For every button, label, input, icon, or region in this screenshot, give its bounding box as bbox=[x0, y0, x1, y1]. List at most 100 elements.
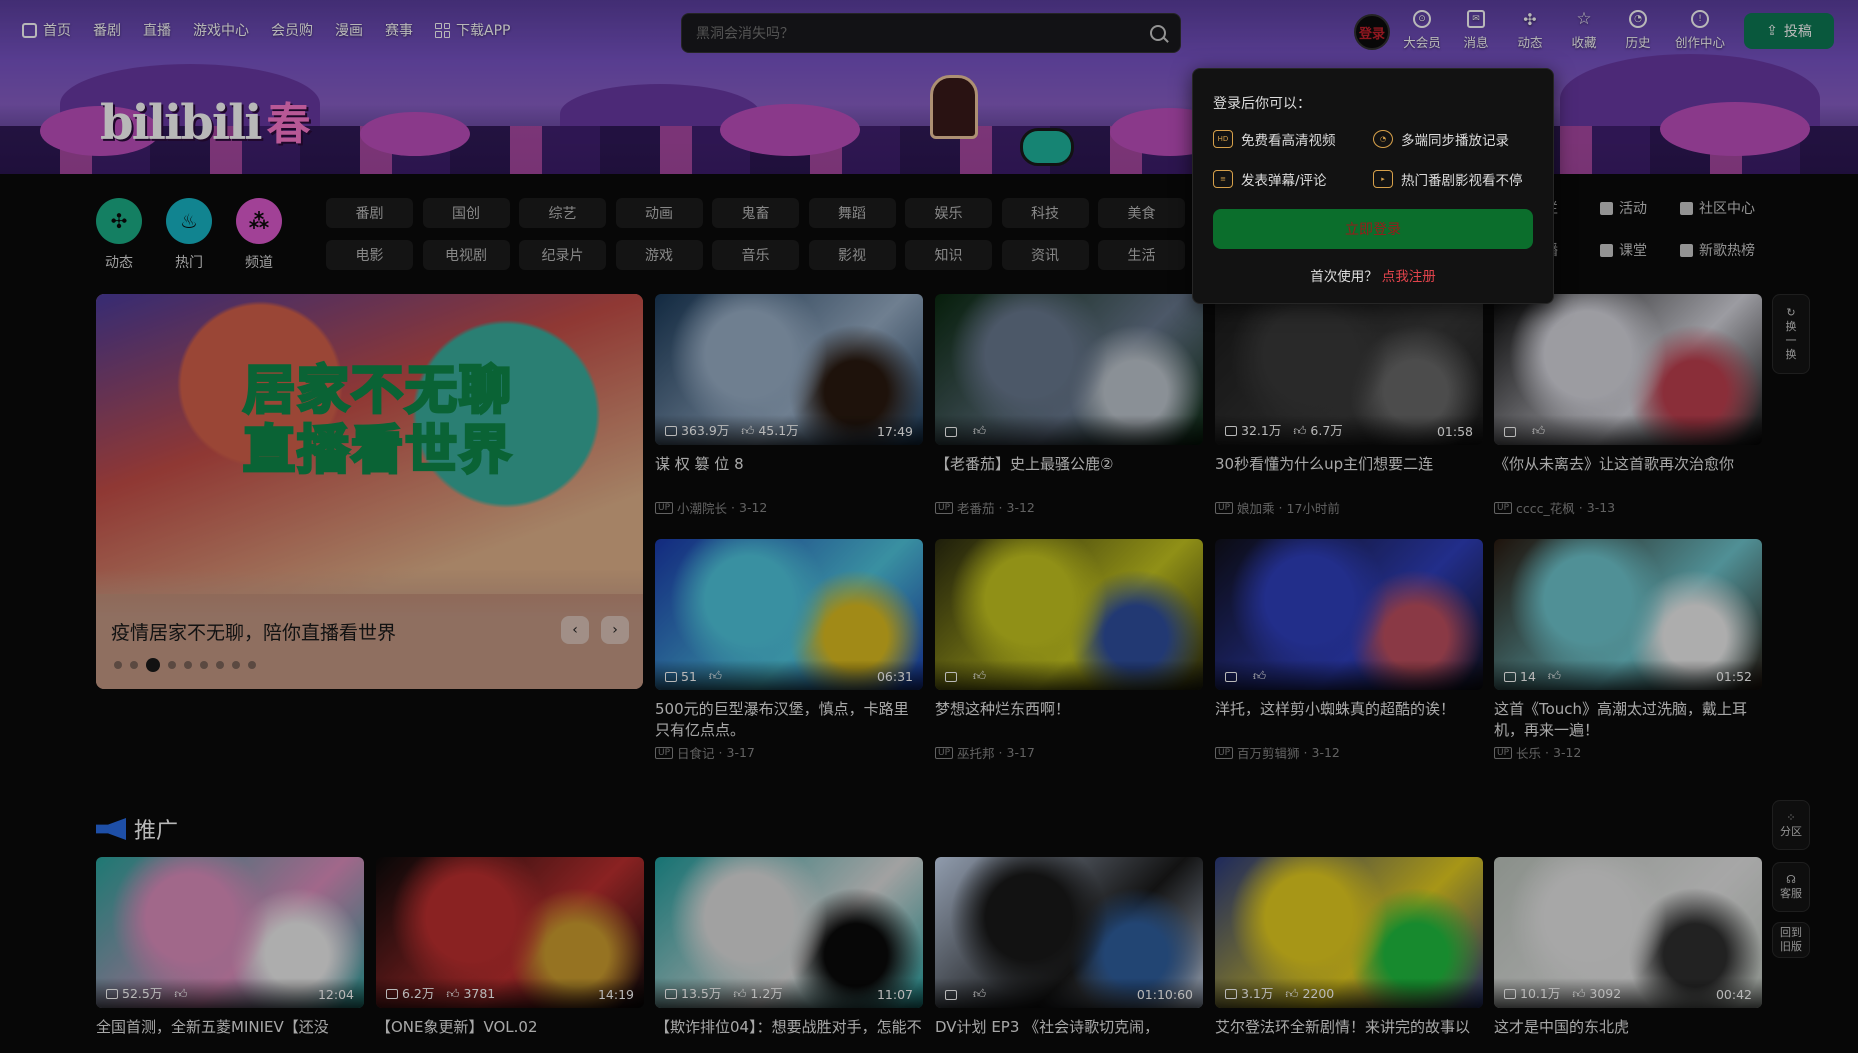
video-author[interactable]: 日食记 bbox=[677, 743, 715, 762]
video-thumbnail[interactable]: 52.5万 👍︎ 12:04 bbox=[96, 857, 364, 1008]
chip-category[interactable]: 生活 bbox=[1098, 240, 1185, 270]
link-classroom[interactable]: 课堂 bbox=[1600, 240, 1680, 260]
video-card[interactable]: 51 👍︎ 06:31 500元的巨型瀑布汉堡，慎点，卡路里只有亿点点。 UP 日食记 ·… bbox=[655, 539, 923, 762]
video-card[interactable]: 32.1万 👍︎ 6.7万 01:58 30秒看懂为什么up主们想要二连 UP 娘加乘 · 1… bbox=[1215, 294, 1483, 517]
nav-favorites[interactable]: ☆ 收藏 bbox=[1564, 9, 1604, 51]
chip-category[interactable]: 舞蹈 bbox=[808, 198, 896, 228]
nav-manga[interactable]: 漫画 bbox=[335, 20, 363, 40]
chip-category[interactable]: 动画 bbox=[615, 198, 703, 228]
video-title[interactable]: 梦想这种烂东西啊！ bbox=[935, 699, 1203, 741]
nav-download-app[interactable]: 下载APP bbox=[435, 20, 510, 40]
video-author[interactable]: 巫托邦 bbox=[957, 743, 995, 762]
link-community[interactable]: 社区中心 bbox=[1680, 198, 1780, 218]
video-card[interactable]: 13.5万 👍︎ 1.2万 11:07 【欺诈排位04】：想要战胜对手，怎能不先变成对… bbox=[655, 857, 923, 1038]
video-thumbnail[interactable]: 👍︎ bbox=[1494, 294, 1762, 445]
video-card[interactable]: 363.9万 👍︎ 45.1万 17:49 谋 权 篡 位 8 UP 小潮院长 · 3-12 bbox=[655, 294, 923, 517]
carousel-dot[interactable] bbox=[200, 661, 208, 669]
chip-category[interactable]: 游戏 bbox=[615, 240, 703, 270]
carousel-dot[interactable] bbox=[130, 661, 138, 669]
chip-category[interactable]: 影视 bbox=[808, 240, 896, 270]
nav-anime[interactable]: 番剧 bbox=[93, 20, 121, 40]
chip-category[interactable]: 综艺 bbox=[519, 198, 606, 228]
nav-messages[interactable]: ✉ 消息 bbox=[1456, 10, 1496, 51]
carousel-dot[interactable] bbox=[232, 661, 240, 669]
video-title[interactable]: 【ONE象更新】VOL.02 bbox=[376, 1017, 644, 1038]
video-thumbnail[interactable]: 363.9万 👍︎ 45.1万 17:49 bbox=[655, 294, 923, 445]
search-icon[interactable] bbox=[1150, 25, 1166, 41]
video-card[interactable]: 3.1万 👍︎ 2200 艾尔登法环全新剧情！来讲完的故事以战士的姿态完结 bbox=[1215, 857, 1483, 1038]
video-author[interactable]: 老番茄 bbox=[957, 498, 995, 517]
video-title[interactable]: 《你从未离去》让这首歌再次治愈你 bbox=[1494, 454, 1762, 496]
carousel-caption[interactable]: 疫情居家不无聊，陪你直播看世界 bbox=[111, 618, 396, 645]
video-title[interactable]: 【欺诈排位04】：想要战胜对手，怎能不先变成对手？ bbox=[655, 1017, 923, 1038]
video-card[interactable]: 👍︎ 梦想这种烂东西啊！ UP 巫托邦 · 3-17 bbox=[935, 539, 1203, 762]
video-title[interactable]: 500元的巨型瀑布汉堡，慎点，卡路里只有亿点点。 bbox=[655, 699, 923, 741]
video-title[interactable]: 【老番茄】史上最骚公鹿② bbox=[935, 454, 1203, 496]
video-title[interactable]: 30秒看懂为什么up主们想要二连 bbox=[1215, 454, 1483, 496]
video-title[interactable]: 谋 权 篡 位 8 bbox=[655, 454, 923, 496]
quick-dynamic[interactable]: ✣ 动态 bbox=[94, 198, 144, 272]
video-title[interactable]: 艾尔登法环全新剧情！来讲完的故事以战士的姿态完结 bbox=[1215, 1017, 1483, 1038]
video-title[interactable]: DV计划 EP3 《社会诗歌切克闹，Freestyle的Style》 bbox=[935, 1017, 1203, 1038]
nav-home[interactable]: 首页 bbox=[22, 20, 71, 40]
video-title[interactable]: 这首《Touch》高潮太过洗脑，戴上耳机，再来一遍！ bbox=[1494, 699, 1762, 741]
carousel-next-button[interactable]: › bbox=[601, 616, 629, 644]
nav-creator-center[interactable]: ! 创作中心 bbox=[1672, 10, 1728, 51]
video-thumbnail[interactable]: 👍︎ bbox=[935, 539, 1203, 690]
nav-live[interactable]: 直播 bbox=[143, 20, 171, 40]
video-author[interactable]: 小潮院长 bbox=[677, 498, 727, 517]
video-thumbnail[interactable]: 3.1万 👍︎ 2200 bbox=[1215, 857, 1483, 1008]
register-link[interactable]: 点我注册 bbox=[1382, 269, 1436, 285]
video-title[interactable]: 这才是中国的东北虎 bbox=[1494, 1017, 1762, 1038]
nav-dynamic[interactable]: ✣ 动态 bbox=[1510, 10, 1550, 51]
chip-category[interactable]: 资讯 bbox=[1001, 240, 1089, 270]
video-author[interactable]: 百万剪辑狮 bbox=[1237, 743, 1300, 762]
nav-history[interactable]: ◔ 历史 bbox=[1618, 10, 1658, 51]
video-title[interactable]: 全国首测，全新五菱MINIEV【还没有？】 bbox=[96, 1017, 364, 1038]
upload-button[interactable]: ⇪ 投稿 bbox=[1744, 13, 1834, 49]
nav-mall[interactable]: 会员购 bbox=[271, 20, 313, 40]
bilibili-logo[interactable]: bilibili 春 bbox=[100, 88, 311, 152]
chip-category[interactable]: 番剧 bbox=[326, 198, 413, 228]
banner-carousel[interactable]: 居家不无聊 直播看世界 疫情居家不无聊，陪你直播看世界 ‹ › bbox=[96, 294, 643, 689]
video-card[interactable]: 👍︎ 《你从未离去》让这首歌再次治愈你 UP cccc_花枫 · 3-13 bbox=[1494, 294, 1762, 517]
chip-category[interactable]: 知识 bbox=[905, 240, 992, 270]
carousel-dot[interactable] bbox=[168, 661, 176, 669]
carousel-dot[interactable] bbox=[184, 661, 192, 669]
link-activity[interactable]: 活动 bbox=[1600, 198, 1680, 218]
video-thumbnail[interactable]: 👍︎ bbox=[935, 294, 1203, 445]
chip-category[interactable]: 音乐 bbox=[712, 240, 799, 270]
video-card[interactable]: 👍︎ 洋托，这样剪小蜘蛛真的超酷的诶！ UP 百万剪辑狮 · 3-12 bbox=[1215, 539, 1483, 762]
old-version-button[interactable]: 回到旧版 bbox=[1772, 922, 1810, 958]
video-author[interactable]: 娘加乘 bbox=[1237, 498, 1275, 517]
refresh-button[interactable]: ↻ 换一换 bbox=[1772, 294, 1810, 374]
video-card[interactable]: 👍︎ 【老番茄】史上最骚公鹿② UP 老番茄 · 3-12 bbox=[935, 294, 1203, 517]
chip-category[interactable]: 科技 bbox=[1001, 198, 1089, 228]
video-author[interactable]: 长乐 bbox=[1516, 743, 1541, 762]
video-thumbnail[interactable]: 32.1万 👍︎ 6.7万 01:58 bbox=[1215, 294, 1483, 445]
chip-category[interactable]: 鬼畜 bbox=[712, 198, 799, 228]
service-button[interactable]: ☊ 客服 bbox=[1772, 862, 1810, 912]
chip-category[interactable]: 国创 bbox=[422, 198, 510, 228]
login-avatar-button[interactable]: 登录 bbox=[1354, 14, 1390, 50]
video-card[interactable]: 6.2万 👍︎ 3781 14:19 【ONE象更新】VOL.02 bbox=[376, 857, 644, 1038]
chip-category[interactable]: 美食 bbox=[1098, 198, 1185, 228]
carousel-dot[interactable] bbox=[216, 661, 224, 669]
video-title[interactable]: 洋托，这样剪小蜘蛛真的超酷的诶！ bbox=[1215, 699, 1483, 741]
video-thumbnail[interactable]: 👍︎ 01:10:60 bbox=[935, 857, 1203, 1008]
chip-category[interactable]: 纪录片 bbox=[519, 240, 606, 270]
link-music-chart[interactable]: 新歌热榜 bbox=[1680, 240, 1780, 260]
carousel-dot[interactable] bbox=[146, 658, 160, 672]
carousel-prev-button[interactable]: ‹ bbox=[561, 616, 589, 644]
carousel-dot[interactable] bbox=[114, 661, 122, 669]
quick-hot[interactable]: ♨ 热门 bbox=[164, 198, 214, 272]
video-thumbnail[interactable]: 13.5万 👍︎ 1.2万 11:07 bbox=[655, 857, 923, 1008]
chip-category[interactable]: 电视剧 bbox=[422, 240, 510, 270]
video-thumbnail[interactable]: 👍︎ bbox=[1215, 539, 1483, 690]
chip-category[interactable]: 电影 bbox=[326, 240, 413, 270]
chip-category[interactable]: 娱乐 bbox=[905, 198, 992, 228]
nav-esports[interactable]: 赛事 bbox=[385, 20, 413, 40]
video-thumbnail[interactable]: 51 👍︎ 06:31 bbox=[655, 539, 923, 690]
search-input[interactable] bbox=[696, 25, 1150, 41]
video-thumbnail[interactable]: 10.1万 👍︎ 3092 00:42 bbox=[1494, 857, 1762, 1008]
